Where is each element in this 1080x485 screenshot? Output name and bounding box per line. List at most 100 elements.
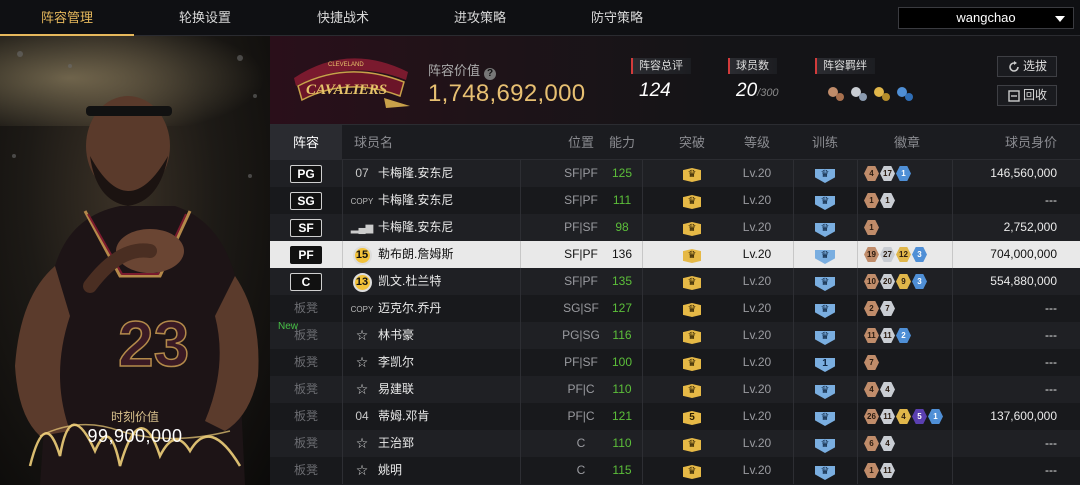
badge-hex-bronze[interactable]: 1 (864, 193, 879, 208)
table-row[interactable]: PG 07 卡梅隆.安东尼 SF|PF 125 ♛ Lv.20 ♛ 4 17 1 146,560,00… (270, 160, 1080, 187)
table-row[interactable]: 板凳 ☆ 李凯尔 PF|SF 100 ♛ Lv.20 1 7 --- (270, 349, 1080, 376)
training-shield-icon[interactable]: ♛ (815, 304, 835, 318)
crown-icon[interactable]: ♛ (683, 222, 701, 236)
training-shield-icon[interactable]: ♛ (815, 466, 835, 480)
divider (342, 160, 343, 187)
tab-rotation[interactable]: 轮换设置 (138, 0, 272, 36)
player-card[interactable]: 23 时刻价值 99,900,000 (0, 36, 270, 485)
player-ability: 110 (612, 382, 632, 396)
training-shield-icon[interactable]: ♛ (815, 439, 835, 453)
badge-hex-silver[interactable]: 11 (880, 463, 895, 478)
badge-hex-silver[interactable]: 11 (880, 328, 895, 343)
badge-hex-silver[interactable]: 27 (880, 247, 895, 262)
table-row[interactable]: 板凳 ☆ 姚明 C 115 ♛ Lv.20 ♛ 1 11 --- (270, 457, 1080, 484)
star-icon: ☆ (355, 462, 369, 478)
badge-hex-bronze[interactable]: 11 (864, 328, 879, 343)
badge-hex-bronze[interactable]: 2 (864, 301, 879, 316)
badges-cell: 64 (864, 430, 950, 457)
badge-hex-blue[interactable]: 1 (896, 166, 911, 181)
tab-quick-tactics[interactable]: 快捷战术 (276, 0, 410, 36)
crown-icon[interactable]: ♛ (683, 249, 701, 263)
recycle-button[interactable]: 回收 (997, 85, 1057, 106)
tab-lineup[interactable]: 阵容管理 (0, 0, 134, 36)
badge-hex-gold[interactable]: 4 (896, 409, 911, 424)
training-cell: ♛ (793, 160, 857, 187)
badge-hex-silver[interactable]: 4 (880, 436, 895, 451)
badge-hex-silver[interactable]: 20 (880, 274, 895, 289)
badge-hex-bronze[interactable]: 26 (864, 409, 879, 424)
crown-icon[interactable]: ♛ (683, 330, 701, 344)
table-row[interactable]: PF 15 勒布朗.詹姆斯 SF|PF 136 ♛ Lv.20 ♛ 19 27 12 3 704,000… (270, 241, 1080, 268)
badge-hex-silver[interactable]: 7 (880, 301, 895, 316)
player-ability: 121 (611, 409, 633, 423)
badge-hex-gold[interactable]: 12 (896, 247, 911, 262)
header-name: 球员名 (354, 135, 394, 150)
badge-hex-bronze[interactable]: 4 (864, 166, 879, 181)
divider (952, 295, 953, 322)
badge-hex-blue[interactable]: 2 (896, 328, 911, 343)
badge-hex-blue[interactable]: 3 (912, 274, 927, 289)
training-cell: ♛ (793, 403, 857, 430)
badge-hex-silver[interactable]: 1 (880, 193, 895, 208)
crown-icon[interactable]: 5 (683, 411, 701, 425)
player-ability: 100 (611, 355, 633, 369)
jersey-number: 07 (355, 166, 369, 180)
player-worth: --- (1045, 382, 1057, 396)
crown-icon[interactable]: ♛ (683, 195, 701, 209)
table-row[interactable]: C 13 凯文.杜兰特 SF|PF 135 ♛ Lv.20 ♛ 10 20 9 3 554,880,00… (270, 268, 1080, 295)
badge-hex-bronze[interactable]: 1 (864, 463, 879, 478)
training-shield-icon[interactable]: ♛ (815, 412, 835, 426)
divider (342, 268, 343, 295)
badge-hex-silver[interactable]: 4 (880, 382, 895, 397)
table-row[interactable]: SF ▂▄▆ 卡梅隆.安东尼 PF|SF 98 ♛ Lv.20 ♛ 1 2,752,000 (270, 214, 1080, 241)
training-cell: ♛ (793, 430, 857, 457)
crown-icon[interactable]: ♛ (683, 168, 701, 182)
badge-hex-bronze[interactable]: 6 (864, 436, 879, 451)
badge-hex-blue[interactable]: 3 (912, 247, 927, 262)
training-shield-icon[interactable]: 1 (815, 358, 835, 372)
badge-hex-silver[interactable]: 11 (880, 409, 895, 424)
training-shield-icon[interactable]: ♛ (815, 196, 835, 210)
header-slot[interactable]: 阵容 (270, 125, 342, 160)
training-shield-icon[interactable]: ♛ (815, 169, 835, 183)
badge-hex-bronze[interactable]: 10 (864, 274, 879, 289)
user-dropdown[interactable]: wangchao (898, 7, 1074, 29)
badge-hex-bronze[interactable]: 19 (864, 247, 879, 262)
training-shield-icon[interactable]: ♛ (815, 331, 835, 345)
crown-icon[interactable]: ♛ (683, 303, 701, 317)
lineup-bonds: 阵容羁绊 (815, 58, 913, 101)
table-row[interactable]: 板凳 04 蒂姆.邓肯 PF|C 121 5 Lv.20 ♛ 26 11 4 5 1 137,600,00… (270, 403, 1080, 430)
table-row[interactable]: SG COPY 卡梅隆.安东尼 SF|PF 111 ♛ Lv.20 ♛ 1 1 --- (270, 187, 1080, 214)
badge-hex-gold[interactable]: 9 (896, 274, 911, 289)
crown-icon[interactable]: ♛ (683, 357, 701, 371)
badge-hex-bronze[interactable]: 4 (864, 382, 879, 397)
slot-cell: New 板凳 (270, 321, 342, 349)
bond-icons[interactable] (825, 82, 917, 104)
player-worth: --- (1045, 193, 1057, 207)
help-icon[interactable]: ? (484, 68, 497, 80)
crown-icon[interactable]: ♛ (683, 276, 701, 290)
badge-hex-purple[interactable]: 5 (912, 409, 927, 424)
crown-icon[interactable]: ♛ (683, 465, 701, 479)
slot-cell: 板凳 (270, 349, 342, 376)
badge-hex-bronze[interactable]: 7 (864, 355, 879, 370)
training-shield-icon[interactable]: ♛ (815, 277, 835, 291)
tab-offense[interactable]: 进攻策略 (413, 0, 547, 36)
bench-label: 板凳 (293, 355, 318, 369)
divider (952, 430, 953, 457)
table-row[interactable]: 板凳 ☆ 易建联 PF|C 110 ♛ Lv.20 ♛ 4 4 --- (270, 376, 1080, 403)
table-row[interactable]: 板凳 ☆ 王治郅 C 110 ♛ Lv.20 ♛ 6 4 --- (270, 430, 1080, 457)
crown-icon[interactable]: ♛ (683, 384, 701, 398)
star-icon: ☆ (355, 354, 369, 370)
badge-hex-bronze[interactable]: 1 (864, 220, 879, 235)
tab-defense[interactable]: 防守策略 (550, 0, 684, 36)
badge-hex-blue[interactable]: 1 (928, 409, 943, 424)
pick-button[interactable]: 选拔 (997, 56, 1057, 77)
training-shield-icon[interactable]: ♛ (815, 385, 835, 399)
table-row[interactable]: New 板凳 ☆ 林书豪 PG|SG 116 ♛ Lv.20 ♛ 11 11 2 --- (270, 321, 1080, 349)
badge-hex-silver[interactable]: 17 (880, 166, 895, 181)
training-shield-icon[interactable]: ♛ (815, 250, 835, 264)
crown-icon[interactable]: ♛ (683, 438, 701, 452)
training-shield-icon[interactable]: ♛ (815, 223, 835, 237)
table-row[interactable]: 板凳 COPY 迈克尔.乔丹 SG|SF 127 ♛ Lv.20 ♛ 2 7 --- (270, 295, 1080, 322)
